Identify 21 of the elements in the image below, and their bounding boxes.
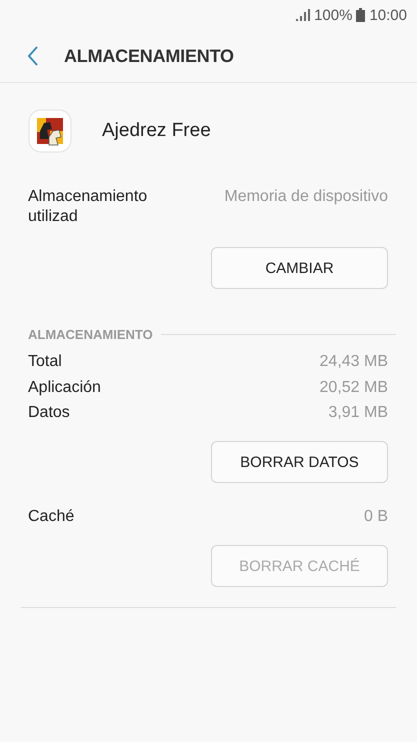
storage-label: Datos: [28, 403, 70, 423]
storage-size: 3,91 MB: [328, 403, 388, 423]
back-icon[interactable]: [27, 46, 39, 66]
section-header: ALMACENAMIENTO: [28, 327, 153, 342]
app-name: Ajedrez Free: [102, 120, 211, 142]
storage-used-label: Almacenamiento utilizad: [28, 187, 148, 227]
battery-percent: 100%: [314, 6, 352, 24]
storage-label: Aplicación: [28, 378, 101, 398]
storage-label: Total: [28, 352, 62, 372]
cache-size: 0 B: [364, 507, 388, 527]
action-button[interactable]: CAMBIAR: [211, 247, 388, 289]
storage-size: 24,43 MB: [320, 352, 388, 372]
status-time: 10:00: [369, 6, 407, 24]
battery-icon: [356, 8, 366, 22]
cache-label: Caché: [28, 507, 74, 527]
signal-icon: [296, 9, 310, 21]
storage-location: Memoria de dispositivo: [224, 187, 388, 207]
app-icon: [28, 109, 72, 153]
page-title: ALMACENAMIENTO: [64, 46, 234, 66]
action-button[interactable]: BORRAR DATOS: [211, 441, 388, 483]
storage-size: 20,52 MB: [320, 378, 388, 398]
